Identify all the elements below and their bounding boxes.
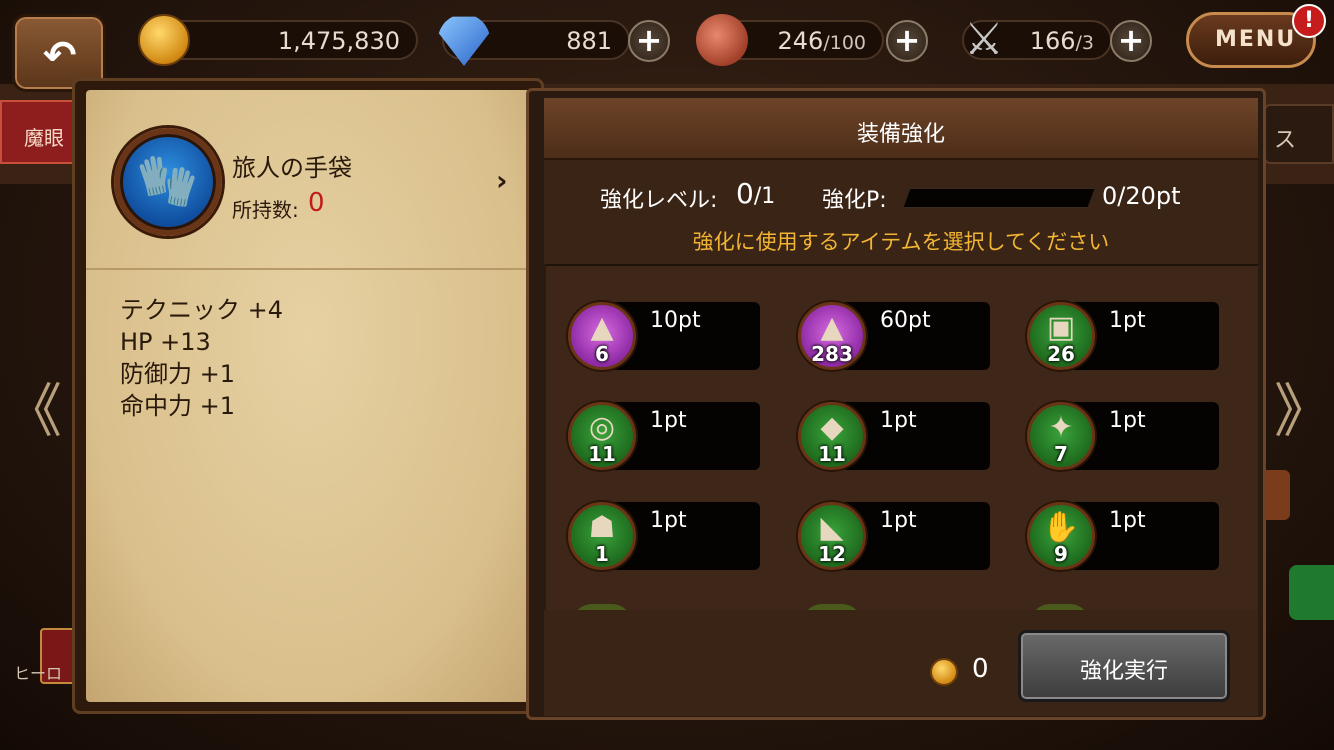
divider: [86, 268, 530, 270]
points-label: 強化P:: [822, 188, 887, 213]
background-green-button: [1289, 565, 1334, 620]
material-glyph: ✦: [1048, 410, 1074, 445]
battle-counter: ⚔ 166/3: [962, 14, 1112, 65]
material-count: 11: [818, 442, 846, 466]
material-count: 26: [1047, 342, 1075, 366]
material-points: 10pt: [650, 308, 701, 333]
material-glyph: ☗: [588, 510, 616, 545]
crossed-swords-icon: ⚔: [964, 14, 1004, 65]
material-glyph: ▲: [820, 310, 844, 345]
alert-badge: !: [1292, 4, 1326, 38]
material-item[interactable]: ▲ 60pt 283: [798, 302, 990, 370]
material-glyph: ◣: [820, 510, 844, 545]
add-battle-button[interactable]: +: [1110, 20, 1152, 62]
enhance-title: 装備強化: [856, 122, 945, 147]
item-stats: テクニック +4 HP +13 防御力 +1 命中力 +1: [120, 294, 283, 422]
material-count: 6: [595, 342, 609, 366]
item-detail-panel: 🧤 旅人の手袋 所持数: 0 › テクニック +4 HP +13 防御力 +1 …: [86, 90, 530, 702]
material-item[interactable]: ◎ 1pt 11: [568, 402, 760, 470]
diamond-icon: [438, 16, 490, 66]
prev-arrow-icon[interactable]: 《: [4, 364, 62, 448]
material-points: 1pt: [650, 508, 687, 533]
material-points: 1pt: [880, 508, 917, 533]
item-name: 旅人の手袋: [232, 154, 352, 182]
background-right-tab: ス: [1264, 104, 1334, 164]
material-item[interactable]: ▣ 1pt 26: [1027, 302, 1219, 370]
material-glyph: ◎: [588, 410, 616, 445]
points-value: 0/20pt: [1102, 182, 1181, 210]
material-points: 1pt: [1109, 508, 1146, 533]
stamina-counter: 246/100: [696, 14, 884, 66]
add-stamina-button[interactable]: +: [886, 20, 928, 62]
material-points: 1pt: [880, 408, 917, 433]
enhance-cost: 0: [972, 654, 989, 684]
menu-label: MENU: [1215, 27, 1297, 52]
material-count: 12: [818, 542, 846, 566]
material-item[interactable]: ✋ 1pt 9: [1027, 502, 1219, 570]
material-item[interactable]: ☗ 1pt 1: [568, 502, 760, 570]
next-arrow-icon[interactable]: 》: [1274, 364, 1332, 448]
stamina-value: 246/100: [777, 27, 866, 55]
material-item[interactable]: ◆ 1pt 11: [798, 402, 990, 470]
select-hint: 強化に使用するアイテムを選択してください: [692, 230, 1110, 254]
material-grid[interactable]: ▲ 10pt 6 ▲ 60pt 283 ▣ 1pt 26 ◎ 1pt 11 ◆ 1pt 11 ✦ 1pt 7 ☗ 1p…: [546, 264, 1258, 610]
chevron-right-icon[interactable]: ›: [496, 164, 508, 197]
material-item[interactable]: ◣ 1pt 12: [798, 502, 990, 570]
material-item[interactable]: ▲ 10pt 6: [568, 302, 760, 370]
back-arrow-icon: ↶: [43, 33, 77, 79]
gem-value: 881: [566, 27, 612, 55]
battle-value: 166/3: [1029, 27, 1094, 55]
material-item[interactable]: ✦ 1pt 7: [1027, 402, 1219, 470]
execute-enhance-button[interactable]: 強化実行: [1018, 630, 1230, 702]
gold-counter: 1,475,830: [138, 14, 418, 66]
stat-accuracy: 命中力 +1: [120, 392, 236, 420]
material-glyph: ◆: [820, 410, 844, 445]
left-tab-label: 魔眼: [24, 126, 64, 150]
material-count: 283: [811, 342, 853, 366]
level-label: 強化レベル:: [600, 188, 718, 213]
stat-defense: 防御力 +1: [120, 360, 236, 388]
top-hud: ↶ 1,475,830 881 + 246/100 + ⚔ 166/3 + ME…: [0, 0, 1334, 92]
gold-coin-icon: [930, 658, 958, 686]
material-count: 1: [595, 542, 609, 566]
gold-value: 1,475,830: [277, 27, 400, 55]
right-tab-label: ス: [1274, 128, 1297, 153]
owned-label: 所持数:: [232, 198, 299, 222]
points-progress-bar: [902, 188, 1096, 208]
material-points: 60pt: [880, 308, 931, 333]
execute-label: 強化実行: [1079, 659, 1168, 684]
owned-count: 0: [308, 188, 325, 218]
gloves-item-icon: 🧤: [114, 128, 222, 236]
material-points: 1pt: [1109, 308, 1146, 333]
gold-coin-icon: [138, 14, 190, 66]
material-points: 1pt: [650, 408, 687, 433]
material-glyph: ✋: [1042, 510, 1080, 545]
material-count: 11: [588, 442, 616, 466]
level-value: 0/1: [736, 177, 776, 210]
material-count: 7: [1054, 442, 1068, 466]
stat-hp: HP +13: [120, 328, 211, 356]
hero-label: ヒーロ: [14, 664, 63, 683]
add-gems-button[interactable]: +: [628, 20, 670, 62]
material-points: 1pt: [1109, 408, 1146, 433]
gem-counter: 881: [438, 16, 630, 66]
material-glyph: ▣: [1046, 310, 1076, 345]
material-count: 9: [1054, 542, 1068, 566]
stat-technique: テクニック +4: [120, 296, 284, 324]
material-glyph: ▲: [590, 310, 614, 345]
meat-icon: [696, 14, 748, 66]
